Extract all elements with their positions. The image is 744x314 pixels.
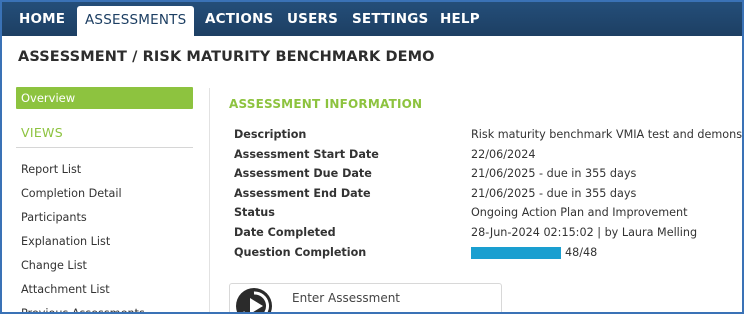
sidebar-link-participants[interactable]: Participants: [16, 206, 193, 230]
info-label: Status: [234, 206, 275, 220]
info-row: Description Risk maturity benchmark VMIA…: [234, 125, 743, 145]
enter-assessment-button[interactable]: Enter Assessment: [229, 283, 502, 312]
progress-text: 48/48: [565, 245, 598, 259]
sidebar-divider: [209, 88, 210, 312]
sidebar-link-previous-assessments[interactable]: Previous Assessments: [16, 302, 193, 312]
nav-actions[interactable]: ACTIONS: [205, 2, 274, 36]
assessment-info-table: Description Risk maturity benchmark VMIA…: [234, 125, 743, 263]
top-nav: HOME ASSESSMENTS ACTIONS USERS SETTINGS …: [2, 2, 742, 36]
info-label: Assessment Start Date: [234, 147, 379, 161]
info-row-question-completion: Question Completion 48/48: [234, 243, 742, 263]
info-label: Question Completion: [234, 245, 367, 259]
progress-bar-fill: [471, 246, 561, 259]
info-value: Risk maturity benchmark VMIA test and de…: [471, 128, 743, 141]
info-label: Description: [234, 128, 307, 141]
views-list: Report List Completion Detail Participan…: [16, 158, 193, 312]
views-heading: VIEWS: [16, 123, 193, 148]
info-row: Date Completed 28-Jun-2024 02:15:02 | by…: [234, 223, 742, 243]
section-heading: ASSESSMENT INFORMATION: [229, 97, 423, 111]
nav-users[interactable]: USERS: [287, 2, 338, 36]
info-row: Status Ongoing Action Plan and Improveme…: [234, 203, 742, 223]
info-row: Assessment Due Date 21/06/2025 - due in …: [234, 164, 742, 184]
app-window: HOME ASSESSMENTS ACTIONS USERS SETTINGS …: [0, 0, 744, 314]
sidebar-link-attachment-list[interactable]: Attachment List: [16, 278, 193, 302]
sidebar-link-explanation-list[interactable]: Explanation List: [16, 230, 193, 254]
nav-home[interactable]: HOME: [19, 2, 65, 36]
nav-assessments[interactable]: ASSESSMENTS: [77, 6, 195, 36]
info-row: Assessment Start Date 22/06/2024: [234, 145, 742, 165]
info-value: 22/06/2024: [471, 147, 536, 161]
overview-button[interactable]: Overview: [16, 87, 193, 109]
completion-progress: 48/48: [471, 246, 597, 259]
nav-settings[interactable]: SETTINGS: [352, 2, 428, 36]
info-value: Ongoing Action Plan and Improvement: [471, 206, 688, 220]
enter-assessment-label: Enter Assessment: [292, 291, 401, 305]
page-title: ASSESSMENT / RISK MATURITY BENCHMARK DEM…: [18, 49, 435, 65]
info-row: Assessment End Date 21/06/2025 - due in …: [234, 184, 742, 204]
sidebar-link-completion-detail[interactable]: Completion Detail: [16, 182, 193, 206]
info-value: 21/06/2025 - due in 355 days: [471, 186, 637, 200]
play-icon: [236, 288, 272, 312]
info-value: 28-Jun-2024 02:15:02 | by Laura Melling: [471, 225, 698, 239]
nav-help[interactable]: HELP: [440, 2, 480, 36]
info-value: 21/06/2025 - due in 355 days: [471, 167, 637, 181]
info-label: Assessment End Date: [234, 186, 371, 200]
info-label: Assessment Due Date: [234, 167, 372, 181]
sidebar: Overview VIEWS Report List Completion De…: [16, 87, 193, 312]
info-label: Date Completed: [234, 225, 336, 239]
sidebar-link-report-list[interactable]: Report List: [16, 158, 193, 182]
sidebar-link-change-list[interactable]: Change List: [16, 254, 193, 278]
